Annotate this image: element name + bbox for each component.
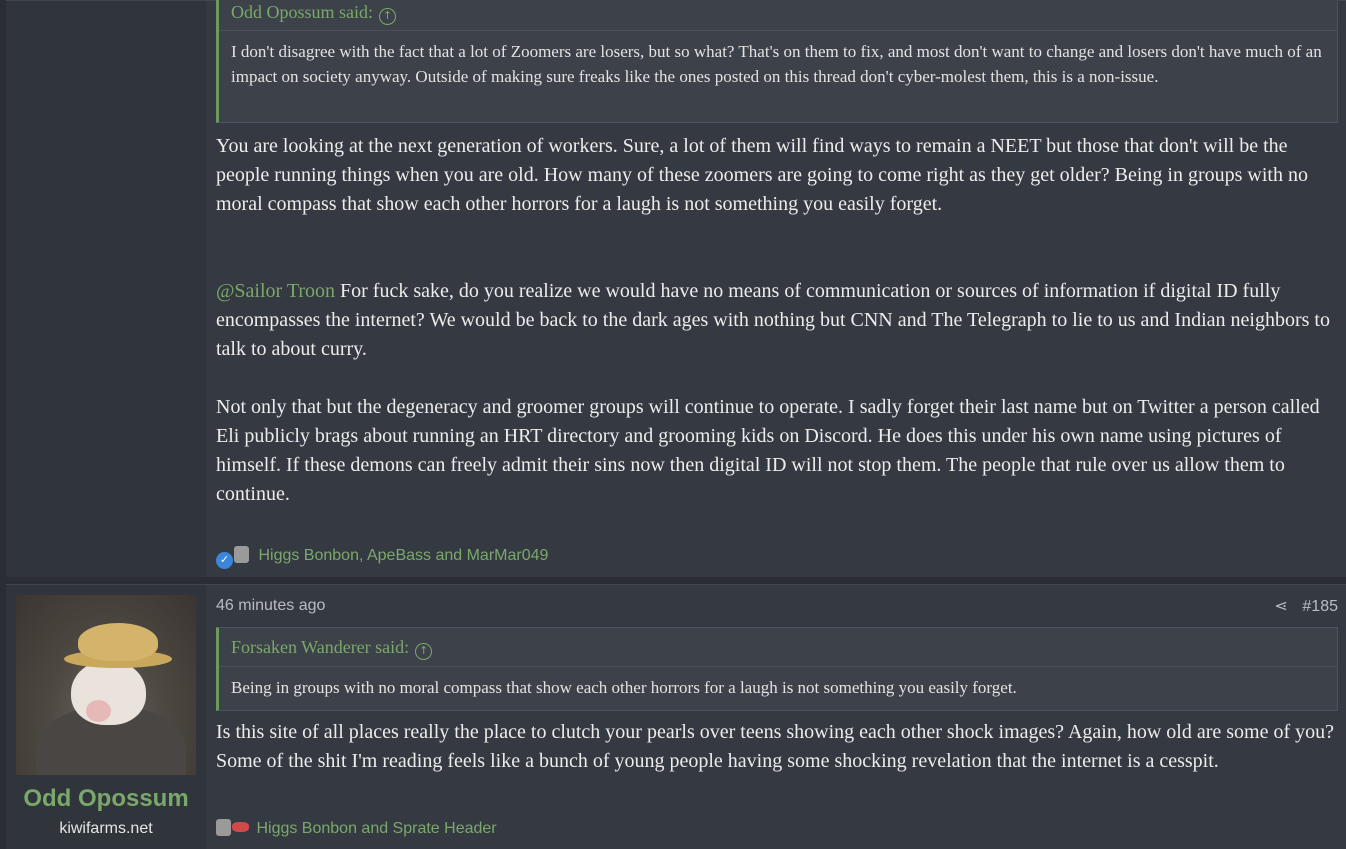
post-number-link[interactable]: #185 (1302, 598, 1338, 615)
quote-block: Forsaken Wanderer said: ↑ Being in groups… (216, 627, 1338, 711)
share-icon[interactable]: ⋖ (1274, 595, 1290, 617)
quote-header[interactable]: Odd Opossum said: ↑ (219, 0, 1337, 31)
message-paragraph: Is this site of all places really the pl… (216, 721, 1334, 772)
post-message: You are looking at the next generation o… (216, 132, 1338, 509)
like-reaction-icon: ✓ (216, 552, 233, 569)
quote-header[interactable]: Forsaken Wanderer said: ↑ (219, 628, 1337, 667)
quote-text: Being in groups with no moral compass th… (231, 678, 1017, 697)
quote-jump-icon[interactable]: ↑ (379, 8, 397, 25)
avatar-hat (78, 623, 158, 661)
user-avatar[interactable] (16, 595, 196, 775)
user-pane (6, 1, 206, 577)
post-message: Is this site of all places really the pl… (216, 718, 1338, 776)
quote-block: Odd Opossum said: ↑ I don't disagree with… (216, 0, 1338, 123)
user-pane: Odd Opossum kiwifarms.net (6, 585, 206, 849)
user-mention-link[interactable]: @Sailor Troon (216, 280, 335, 302)
quote-jump-icon[interactable]: ↑ (415, 643, 433, 660)
post: Odd Opossum kiwifarms.net 46 minutes ago… (6, 584, 1346, 849)
reaction-icon (216, 819, 231, 836)
reactions-users[interactable]: Higgs Bonbon and Sprate Header (256, 820, 496, 837)
quote-author[interactable]: Forsaken Wanderer said: (231, 637, 409, 657)
message-text: For fuck sake, do you realize we would h… (216, 280, 1330, 360)
post: Odd Opossum said: ↑ I don't disagree with… (6, 0, 1346, 577)
message-paragraph: @Sailor Troon For fuck sake, do you real… (216, 277, 1338, 364)
username-link[interactable]: Odd Opossum (6, 785, 206, 813)
quote-text: I don't disagree with the fact that a lo… (231, 42, 1322, 86)
quote-author[interactable]: Odd Opossum said: (231, 2, 373, 22)
message-paragraph: Not only that but the degeneracy and gro… (216, 396, 1320, 505)
post-body: 46 minutes ago ⋖ #185 Forsaken Wanderer s… (216, 585, 1338, 849)
reactions-users[interactable]: Higgs Bonbon, ApeBass and MarMar049 (258, 547, 548, 564)
reactions-bar[interactable]: Higgs Bonbon and Sprate Header (216, 817, 497, 841)
user-title: kiwifarms.net (59, 820, 153, 837)
reaction-icon (234, 546, 249, 563)
message-paragraph: You are looking at the next generation o… (216, 135, 1308, 215)
lips-reaction-icon (232, 822, 249, 832)
reactions-bar[interactable]: ✓ Higgs Bonbon, ApeBass and MarMar049 (216, 544, 548, 569)
post-body: Odd Opossum said: ↑ I don't disagree with… (216, 0, 1338, 577)
avatar-snout (86, 700, 111, 722)
post-meta: 46 minutes ago ⋖ #185 (216, 595, 1338, 617)
post-timestamp[interactable]: 46 minutes ago (216, 597, 325, 614)
